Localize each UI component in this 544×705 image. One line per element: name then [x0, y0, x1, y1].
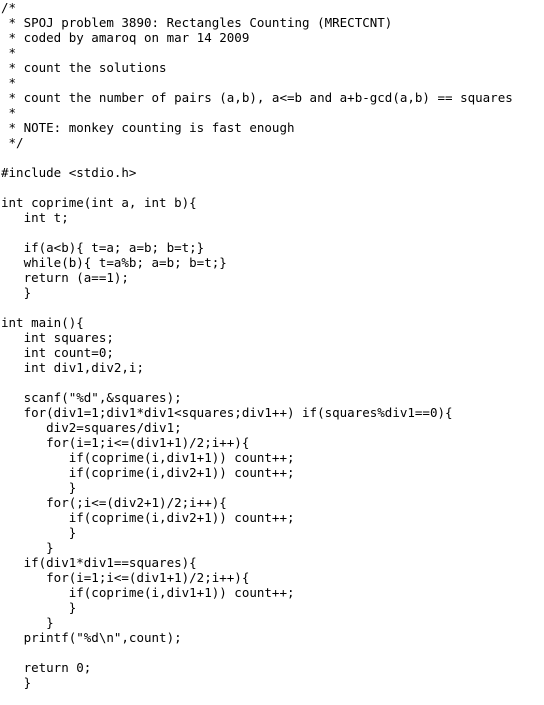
code-line: return 0; — [1, 660, 92, 675]
code-line: * — [1, 45, 17, 60]
code-line: } — [1, 615, 54, 630]
code-line: * coded by amaroq on mar 14 2009 — [1, 30, 250, 45]
code-line: for(;i<=(div2+1)/2;i++){ — [1, 495, 227, 510]
code-line: int main(){ — [1, 315, 84, 330]
code-line: for(i=1;i<=(div1+1)/2;i++){ — [1, 570, 250, 585]
code-line: } — [1, 675, 32, 690]
code-line: #include <stdio.h> — [1, 165, 137, 180]
code-line: int count=0; — [1, 345, 114, 360]
code-line: if(coprime(i,div1+1)) count++; — [1, 585, 295, 600]
code-line: int coprime(int a, int b){ — [1, 195, 197, 210]
code-line: if(a<b){ t=a; a=b; b=t;} — [1, 240, 205, 255]
code-line: if(coprime(i,div2+1)) count++; — [1, 465, 295, 480]
code-line: } — [1, 285, 32, 300]
code-line: * — [1, 105, 17, 120]
code-line: scanf("%d",&squares); — [1, 390, 182, 405]
source-code-listing: /* * SPOJ problem 3890: Rectangles Count… — [1, 0, 513, 690]
code-line: * — [1, 75, 17, 90]
code-line: /* — [1, 0, 17, 15]
code-line: } — [1, 525, 77, 540]
code-line: } — [1, 480, 77, 495]
code-line: for(i=1;i<=(div1+1)/2;i++){ — [1, 435, 250, 450]
code-line: if(div1*div1==squares){ — [1, 555, 197, 570]
code-line: * SPOJ problem 3890: Rectangles Counting… — [1, 15, 393, 30]
code-line: */ — [1, 135, 24, 150]
code-line: div2=squares/div1; — [1, 420, 182, 435]
code-line: return (a==1); — [1, 270, 129, 285]
code-line: int squares; — [1, 330, 114, 345]
code-line: * NOTE: monkey counting is fast enough — [1, 120, 295, 135]
code-line: printf("%d\n",count); — [1, 630, 182, 645]
code-line: int t; — [1, 210, 69, 225]
code-line: } — [1, 600, 77, 615]
code-line: if(coprime(i,div2+1)) count++; — [1, 510, 295, 525]
code-line: for(div1=1;div1*div1<squares;div1++) if(… — [1, 405, 453, 420]
code-line: * count the number of pairs (a,b), a<=b … — [1, 90, 513, 105]
code-line: } — [1, 540, 54, 555]
code-line: int div1,div2,i; — [1, 360, 144, 375]
code-line: * count the solutions — [1, 60, 167, 75]
code-line: if(coprime(i,div1+1)) count++; — [1, 450, 295, 465]
code-line: while(b){ t=a%b; a=b; b=t;} — [1, 255, 227, 270]
